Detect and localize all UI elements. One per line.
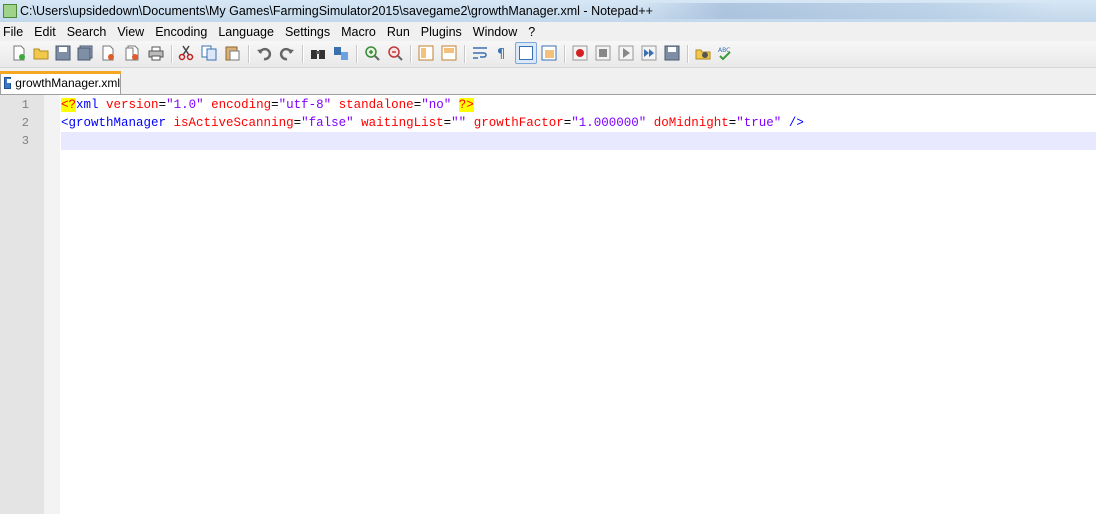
redo-icon[interactable] xyxy=(279,45,295,61)
toolbar-separator xyxy=(687,45,689,63)
paste-icon[interactable] xyxy=(224,45,240,61)
line-number: 3 xyxy=(21,134,29,148)
toolbar-separator xyxy=(564,45,566,63)
tag-close: /> xyxy=(788,116,804,130)
open-file-icon[interactable] xyxy=(33,45,49,61)
line-number: 1 xyxy=(21,98,29,112)
notepadpp-app-icon xyxy=(3,4,17,18)
zoom-out-icon[interactable] xyxy=(387,45,403,61)
record-macro-icon[interactable] xyxy=(572,45,588,61)
sync-horizontal-icon[interactable] xyxy=(441,45,457,61)
save-icon[interactable] xyxy=(55,45,71,61)
window-controls-area xyxy=(640,3,1060,19)
attr-value: "false" xyxy=(301,116,354,130)
menu-encoding[interactable]: Encoding xyxy=(151,25,214,39)
word-wrap-icon[interactable] xyxy=(472,45,488,61)
undo-icon[interactable] xyxy=(256,45,272,61)
cut-icon[interactable] xyxy=(178,45,194,61)
xml-decl: xml xyxy=(76,98,99,112)
menu-plugins[interactable]: Plugins xyxy=(417,25,469,39)
attr-value: "1.000000" xyxy=(571,116,647,130)
attr-name: standalone xyxy=(338,98,414,112)
pi-close: ?> xyxy=(458,98,474,112)
editor[interactable]: 1 2 3 <?xml version="1.0" encoding="utf-… xyxy=(0,95,1096,514)
menu-file[interactable]: File xyxy=(0,25,30,39)
attr-name: growthFactor xyxy=(473,116,564,130)
show-all-chars-icon[interactable]: ¶ xyxy=(494,45,510,61)
toolbar-separator xyxy=(302,45,304,63)
tag-open: <growthManager xyxy=(61,116,167,130)
menu-settings[interactable]: Settings xyxy=(281,25,337,39)
run-macro-multiple-icon[interactable] xyxy=(641,45,657,61)
attr-name: isActiveScanning xyxy=(173,116,294,130)
toolbar-separator xyxy=(248,45,250,63)
attr-value: "true" xyxy=(736,116,782,130)
spell-check-icon[interactable]: ABC xyxy=(717,45,733,61)
code-line[interactable]: <growthManager isActiveScanning="false" … xyxy=(61,114,1096,132)
toolbar-separator xyxy=(171,45,173,63)
replace-icon[interactable] xyxy=(333,45,349,61)
menu-window[interactable]: Window xyxy=(469,25,524,39)
attr-name: encoding xyxy=(211,98,272,112)
find-icon[interactable] xyxy=(310,45,326,61)
attr-value: "no" xyxy=(421,98,452,112)
close-icon[interactable] xyxy=(100,45,116,61)
play-macro-icon[interactable] xyxy=(618,45,634,61)
tab-growthmanager-xml[interactable]: growthManager.xml xyxy=(0,71,121,94)
menu-search[interactable]: Search xyxy=(63,25,114,39)
menu-language[interactable]: Language xyxy=(214,25,281,39)
menu-help[interactable]: ? xyxy=(524,25,542,39)
copy-icon[interactable] xyxy=(201,45,217,61)
attr-name: waitingList xyxy=(361,116,444,130)
attr-value: "" xyxy=(451,116,467,130)
save-all-icon[interactable] xyxy=(77,45,93,61)
toolbar-separator xyxy=(410,45,412,63)
sync-vertical-icon[interactable] xyxy=(418,45,434,61)
menu-macro[interactable]: Macro xyxy=(337,25,383,39)
code-line[interactable]: <?xml version="1.0" encoding="utf-8" sta… xyxy=(61,96,1096,114)
menu-edit[interactable]: Edit xyxy=(30,25,63,39)
print-icon[interactable] xyxy=(148,45,164,61)
save-macro-icon[interactable] xyxy=(664,45,680,61)
line-number: 2 xyxy=(21,116,29,130)
stop-recording-icon[interactable] xyxy=(595,45,611,61)
launch-browser-icon[interactable] xyxy=(695,45,711,61)
new-file-icon[interactable] xyxy=(11,45,27,61)
tab-label: growthManager.xml xyxy=(15,76,120,90)
window-title: C:\Users\upsidedown\Documents\My Games\F… xyxy=(20,4,653,18)
line-number-gutter: 1 2 3 xyxy=(0,95,44,514)
title-bar: C:\Users\upsidedown\Documents\My Games\F… xyxy=(0,0,1096,22)
attr-name: doMidnight xyxy=(653,116,729,130)
attr-value: "1.0" xyxy=(166,98,204,112)
pi-open: <? xyxy=(61,98,77,112)
file-saved-icon xyxy=(4,77,14,89)
toolbar: ¶ ABC xyxy=(0,41,1096,68)
close-all-icon[interactable] xyxy=(124,45,140,61)
toolbar-separator xyxy=(356,45,358,63)
attr-name: version xyxy=(106,98,159,112)
document-map-icon[interactable] xyxy=(541,45,557,61)
tab-bar: growthManager.xml xyxy=(0,68,1096,95)
menu-run[interactable]: Run xyxy=(383,25,417,39)
svg-text:¶: ¶ xyxy=(497,47,505,61)
zoom-in-icon[interactable] xyxy=(364,45,380,61)
indent-guide-icon[interactable] xyxy=(515,42,537,64)
menu-view[interactable]: View xyxy=(113,25,151,39)
attr-value: "utf-8" xyxy=(278,98,332,112)
current-line[interactable] xyxy=(61,132,1096,150)
fold-margin xyxy=(44,95,60,514)
toolbar-separator xyxy=(464,45,466,63)
menu-bar: File Edit Search View Encoding Language … xyxy=(0,22,1096,41)
